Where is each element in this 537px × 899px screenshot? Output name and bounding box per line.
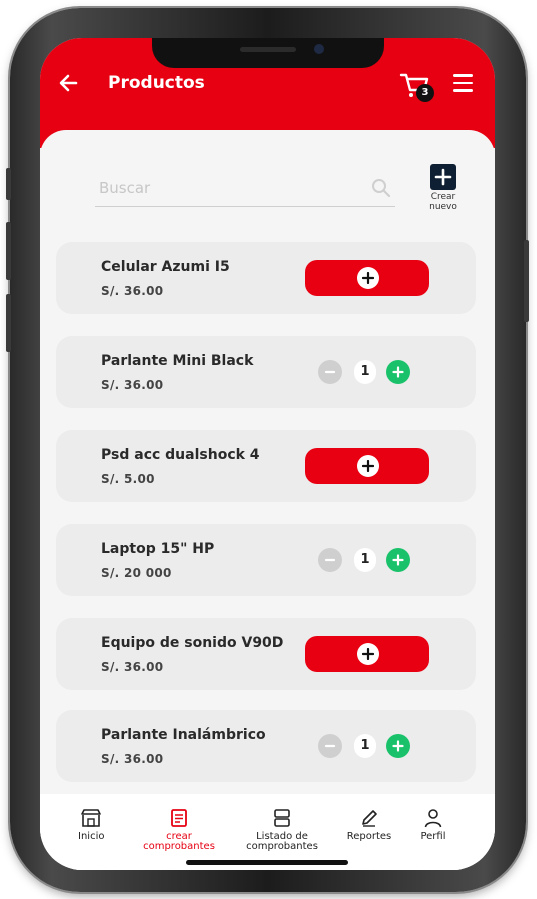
quantity-value: 1 — [354, 734, 376, 758]
product-price: S/. 36.00 — [101, 378, 164, 392]
search-input[interactable] — [95, 172, 363, 204]
create-new-button[interactable]: Crear nuevo — [427, 164, 461, 214]
product-name: Parlante Mini Black — [101, 353, 254, 369]
product-card: Celular Azumi I5 S/. 36.00 — [56, 242, 476, 314]
product-card: Equipo de sonido V90D S/. 36.00 — [56, 618, 476, 690]
increase-quantity-button[interactable] — [386, 734, 410, 758]
quantity-stepper: 1 — [318, 734, 414, 760]
phone-side-button — [524, 240, 529, 322]
nav-item-inicio[interactable]: Inicio — [78, 808, 104, 842]
increase-quantity-button[interactable] — [386, 360, 410, 384]
nav-item-reportes[interactable]: Reportes — [342, 808, 396, 842]
list-icon — [274, 809, 290, 827]
bottom-navigation: Inicio crear comprobantes Listado de com… — [40, 794, 495, 870]
product-name: Equipo de sonido V90D — [101, 635, 284, 651]
front-camera — [314, 44, 324, 54]
product-card: Laptop 15" HP S/. 20 000 1 — [56, 524, 476, 596]
add-to-cart-button[interactable] — [305, 448, 429, 484]
user-icon — [424, 809, 442, 828]
pencil-icon — [362, 810, 377, 827]
product-price: S/. 20 000 — [101, 566, 172, 580]
receipt-icon — [171, 809, 187, 827]
product-name: Celular Azumi I5 — [101, 259, 230, 275]
app-screen: Productos 3 Buscar Crear nuevo Celular A… — [40, 38, 495, 870]
product-price: S/. 36.00 — [101, 284, 164, 298]
nav-label: Inicio — [78, 831, 105, 842]
speaker-grille — [240, 47, 296, 52]
add-to-cart-button[interactable] — [305, 636, 429, 672]
product-name: Parlante Inalámbrico — [101, 727, 266, 743]
decrease-quantity-button[interactable] — [318, 360, 342, 384]
quantity-value: 1 — [354, 548, 376, 572]
phone-notch — [152, 38, 384, 68]
home-indicator — [186, 860, 348, 865]
hamburger-menu-icon[interactable] — [453, 74, 473, 92]
quantity-stepper: 1 — [318, 360, 414, 386]
add-square-icon — [430, 164, 456, 190]
product-name: Psd acc dualshock 4 — [101, 447, 260, 463]
nav-label: comprobantes — [143, 841, 215, 852]
quantity-value: 1 — [354, 360, 376, 384]
main-content: Crear nuevo Celular Azumi I5 S/. 36.00 P… — [40, 130, 495, 870]
phone-side-button — [6, 294, 11, 352]
page-title: Productos — [108, 73, 205, 93]
nav-item-perfil[interactable]: Perfil — [416, 808, 450, 842]
add-to-cart-button[interactable] — [305, 260, 429, 296]
plus-icon — [357, 267, 379, 289]
phone-side-button — [6, 222, 11, 280]
product-card: Parlante Mini Black S/. 36.00 1 — [56, 336, 476, 408]
product-price: S/. 36.00 — [101, 752, 164, 766]
product-price: S/. 5.00 — [101, 472, 155, 486]
product-card: Psd acc dualshock 4 S/. 5.00 — [56, 430, 476, 502]
plus-icon — [357, 455, 379, 477]
decrease-quantity-button[interactable] — [318, 734, 342, 758]
quantity-stepper: 1 — [318, 548, 414, 574]
cart-count-badge: 3 — [416, 84, 434, 102]
nav-item-listado-comprobantes[interactable]: Listado de comprobantes — [240, 808, 324, 852]
phone-side-button — [6, 168, 11, 200]
search-icon[interactable] — [371, 178, 391, 198]
create-new-label: Crear nuevo — [429, 192, 457, 212]
store-icon — [81, 809, 102, 827]
plus-icon — [357, 643, 379, 665]
back-arrow-icon[interactable] — [56, 70, 82, 96]
nav-label: Reportes — [346, 831, 392, 842]
nav-label: comprobantes — [246, 841, 318, 852]
decrease-quantity-button[interactable] — [318, 548, 342, 572]
product-name: Laptop 15" HP — [101, 541, 215, 557]
nav-label: Perfil — [420, 831, 446, 842]
product-price: S/. 36.00 — [101, 660, 164, 674]
product-card: Parlante Inalámbrico S/. 36.00 1 — [56, 710, 476, 782]
increase-quantity-button[interactable] — [386, 548, 410, 572]
nav-item-crear-comprobantes[interactable]: crear comprobantes — [140, 808, 218, 852]
search-bar — [95, 172, 395, 207]
